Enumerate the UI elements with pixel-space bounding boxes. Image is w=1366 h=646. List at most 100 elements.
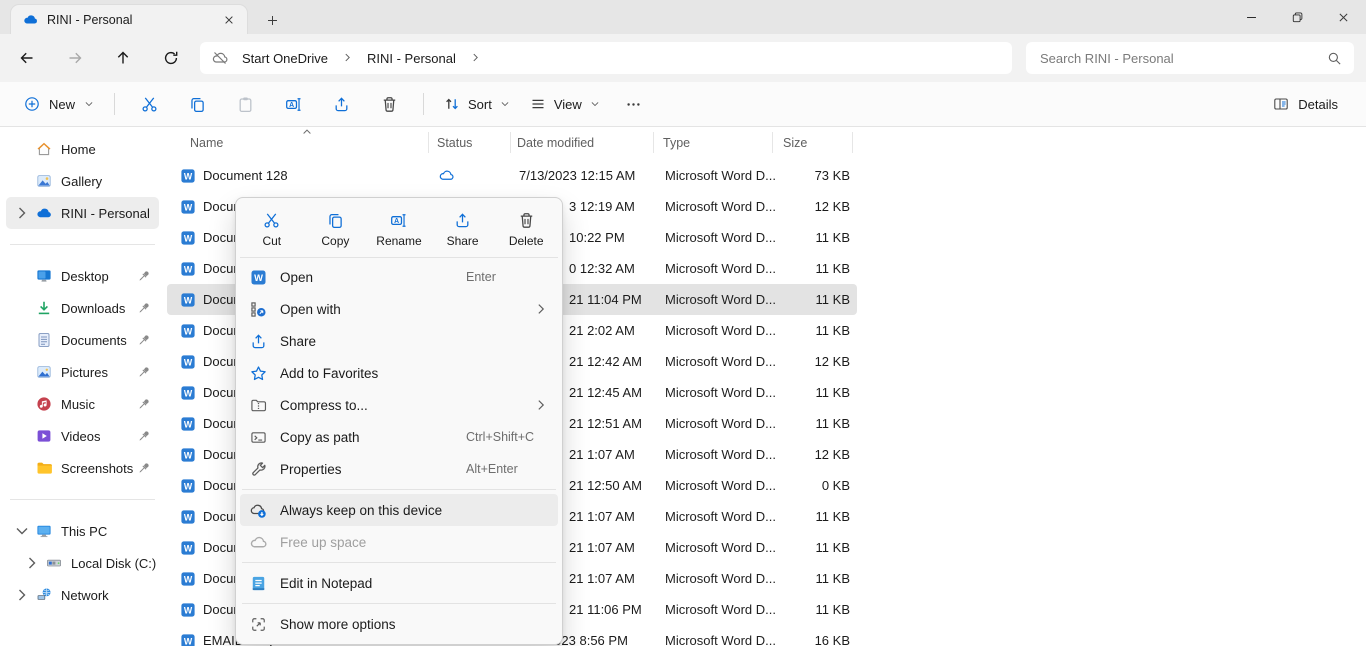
sidebar-item-local-disk-c[interactable]: Local Disk (C:) [6, 547, 159, 579]
column-divider[interactable] [772, 132, 773, 153]
menu-item-properties[interactable]: PropertiesAlt+Enter [240, 453, 558, 485]
new-button[interactable]: New [14, 89, 104, 119]
column-divider[interactable] [852, 132, 853, 153]
sidebar-item-music[interactable]: Music [6, 388, 159, 420]
menu-item-shortcut: Enter [466, 270, 548, 284]
sort-button[interactable]: Sort [434, 88, 520, 120]
file-type: Microsoft Word D... [654, 509, 774, 524]
submenu-chevron-icon [534, 398, 548, 412]
menu-item-label: Free up space [280, 535, 548, 550]
copy-button[interactable] [177, 86, 217, 122]
onedrive-icon [23, 12, 38, 27]
delete-button[interactable] [369, 86, 409, 122]
menu-item-always-keep-on-this-device[interactable]: Always keep on this device [240, 494, 558, 526]
breadcrumb-rini-personal[interactable]: RINI - Personal [363, 48, 460, 69]
forward-button[interactable] [59, 42, 91, 74]
see-more-button[interactable] [614, 86, 654, 122]
quick-action-label: Delete [509, 234, 544, 248]
column-divider[interactable] [653, 132, 654, 153]
word-icon: W [180, 199, 196, 215]
menu-item-free-up-space[interactable]: Free up space [240, 526, 558, 558]
network-icon [36, 587, 52, 603]
column-header-size[interactable]: Size [772, 136, 855, 150]
menu-item-compress-to[interactable]: Compress to... [240, 389, 558, 421]
quick-action-cut[interactable]: Cut [241, 207, 303, 253]
onedrive-icon [36, 205, 52, 221]
word-icon: W [180, 478, 196, 494]
up-button[interactable] [107, 42, 139, 74]
paste-button[interactable] [225, 86, 265, 122]
sidebar-item-this-pc[interactable]: This PC [6, 515, 159, 547]
sidebar-item-documents[interactable]: Documents [6, 324, 159, 356]
word-icon: W [250, 269, 267, 286]
file-status-cell [430, 168, 512, 183]
expand-chevron[interactable] [14, 523, 30, 539]
expand-chevron[interactable] [14, 205, 30, 221]
share-button[interactable] [321, 86, 361, 122]
column-header-status[interactable]: Status [428, 136, 510, 150]
back-button[interactable] [11, 42, 43, 74]
menu-item-show-more-options[interactable]: Show more options [240, 608, 558, 640]
sidebar-item-desktop[interactable]: Desktop [6, 260, 159, 292]
minimize-button[interactable] [1228, 0, 1274, 34]
cut-icon [263, 212, 280, 229]
cut-icon [141, 96, 158, 113]
restore-icon [1291, 11, 1304, 24]
sidebar-divider [10, 244, 155, 245]
file-size: 73 KB [774, 168, 857, 183]
menu-item-add-to-favorites[interactable]: Add to Favorites [240, 357, 558, 389]
refresh-button[interactable] [155, 42, 187, 74]
details-button[interactable]: Details [1265, 89, 1346, 119]
sidebar-item-gallery[interactable]: Gallery [6, 165, 159, 197]
tab-close-button[interactable] [217, 8, 241, 32]
sidebar-item-home[interactable]: Home [6, 133, 159, 165]
word-icon: W [180, 509, 196, 525]
svg-text:W: W [184, 388, 193, 398]
breadcrumb[interactable]: Start OneDrive RINI - Personal [200, 42, 1012, 74]
quick-action-rename[interactable]: ARename [368, 207, 430, 253]
close-button[interactable] [1320, 0, 1366, 34]
menu-item-copy-as-path[interactable]: Copy as pathCtrl+Shift+C [240, 421, 558, 453]
search-input[interactable] [1038, 50, 1327, 67]
word-icon: W [180, 230, 196, 246]
new-tab-button[interactable] [260, 8, 284, 32]
menu-item-open[interactable]: WOpenEnter [240, 261, 558, 293]
menu-item-edit-in-notepad[interactable]: Edit in Notepad [240, 567, 558, 599]
file-type: Microsoft Word D... [654, 354, 774, 369]
file-type: Microsoft Word D... [654, 230, 774, 245]
menu-item-open-with[interactable]: Open with [240, 293, 558, 325]
breadcrumb-chevron[interactable] [342, 51, 353, 66]
column-header-name[interactable]: Name [165, 136, 428, 150]
file-size: 0 KB [774, 478, 857, 493]
back-icon [19, 50, 35, 66]
menu-item-share[interactable]: Share [240, 325, 558, 357]
breadcrumb-start-onedrive[interactable]: Start OneDrive [238, 48, 332, 69]
expand-chevron[interactable] [14, 587, 30, 603]
svg-text:A: A [289, 102, 294, 109]
quick-action-share[interactable]: Share [432, 207, 494, 253]
tab-title: RINI - Personal [47, 13, 217, 27]
column-divider[interactable] [510, 132, 511, 153]
table-row[interactable]: WDocument 1287/13/2023 12:15 AMMicrosoft… [167, 160, 857, 191]
sidebar-item-videos[interactable]: Videos [6, 420, 159, 452]
explorer-tab[interactable]: RINI - Personal [10, 4, 248, 34]
column-header-type[interactable]: Type [652, 136, 772, 150]
expand-chevron[interactable] [24, 555, 40, 571]
breadcrumb-chevron[interactable] [470, 51, 481, 66]
new-plus-icon [24, 96, 40, 112]
sidebar-item-pictures[interactable]: Pictures [6, 356, 159, 388]
file-type: Microsoft Word D... [654, 416, 774, 431]
sidebar-item-network[interactable]: Network [6, 579, 159, 611]
quick-action-delete[interactable]: Delete [495, 207, 557, 253]
rename-button[interactable]: A [273, 86, 313, 122]
sidebar-item-rini-personal[interactable]: RINI - Personal [6, 197, 159, 229]
music-icon [36, 396, 52, 412]
cut-button[interactable] [129, 86, 169, 122]
sidebar-item-screenshots[interactable]: Screenshots [6, 452, 159, 484]
column-header-date-modified[interactable]: Date modified [510, 136, 652, 150]
sidebar-item-downloads[interactable]: Downloads [6, 292, 159, 324]
restore-button[interactable] [1274, 0, 1320, 34]
quick-action-copy[interactable]: Copy [304, 207, 366, 253]
view-button[interactable]: View [520, 88, 610, 120]
column-divider[interactable] [428, 132, 429, 153]
